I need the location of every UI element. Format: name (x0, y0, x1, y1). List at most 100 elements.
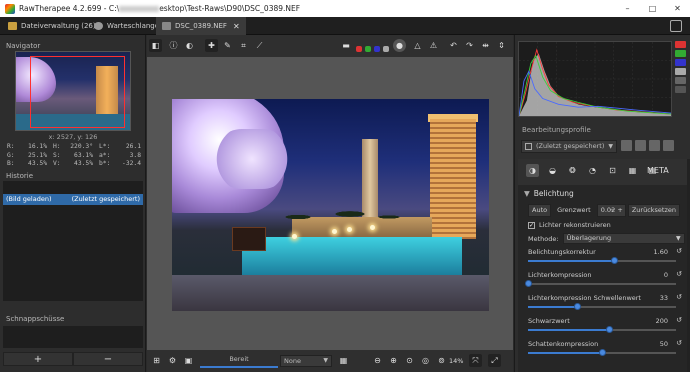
straighten-icon[interactable]: ⟋ (253, 39, 266, 52)
save-profile-icon[interactable] (635, 140, 646, 151)
external-editor-select[interactable]: None ▼ (280, 355, 332, 367)
add-snapshot-button[interactable]: + (3, 352, 73, 366)
preview-mode-icon[interactable]: ▬ (338, 39, 354, 52)
edit-external-icon[interactable]: ▦ (337, 354, 350, 367)
profile-select[interactable]: (Zuletzt gespeichert) ▼ (521, 140, 617, 153)
auto-exposure-button[interactable]: Auto (528, 204, 552, 217)
tab-bar: Dateiverwaltung (26) Warteschlange DSC_0… (0, 17, 690, 35)
histogram-toggles (675, 41, 688, 117)
tool-panel: ◑ ◒ ❂ ◔ ⊡ ▦ ▤ META ▼ Belichtung Auto Gren… (518, 159, 688, 372)
crop-icon[interactable]: ⌗ (237, 39, 250, 52)
exposure-section-header[interactable]: ▼ Belichtung (524, 189, 574, 198)
method-label: Methode: (528, 234, 559, 243)
flip-vertical-icon[interactable]: ⇕ (495, 39, 508, 52)
highlight-compression-slider[interactable]: Lichterkompression 0 ↺ (525, 270, 686, 293)
rotate-left-icon[interactable]: ↶ (447, 39, 460, 52)
pixel-values: R: 16.1% H: 220.3° L*: 26.1 G: 25.1% S: 63.1%… (7, 143, 141, 167)
zoom-level: 14% (449, 357, 464, 365)
maximize-button[interactable]: □ (640, 0, 665, 17)
green-channel-icon[interactable] (365, 46, 371, 52)
new-detail-window-icon[interactable]: ⤧ (469, 354, 482, 367)
image-preview[interactable] (172, 99, 489, 311)
progress-bar (200, 366, 278, 368)
hand-tool-icon[interactable]: ✚ (205, 39, 218, 52)
histogram-green-toggle[interactable] (675, 50, 686, 57)
highlight-threshold-slider[interactable]: Lichterkompression Schwellenwert 33 ↺ (528, 293, 686, 316)
folder-icon (8, 22, 17, 30)
transform-tab-icon[interactable]: ⊡ (606, 164, 619, 177)
navigator-viewport-frame[interactable] (30, 56, 125, 128)
histogram-bar-toggle[interactable] (675, 86, 686, 93)
exposure-compensation-slider[interactable]: Belichtungskorrektur 1.60 ↺ (528, 247, 686, 270)
redacted-username (119, 6, 160, 12)
progress-status: Bereit (200, 354, 278, 368)
clip-stepper[interactable]: 0.02− + (596, 204, 626, 217)
zoom-out-icon[interactable]: ⊖ (371, 354, 384, 367)
flip-horizontal-icon[interactable]: ⇹ (479, 39, 492, 52)
blue-channel-icon[interactable] (374, 46, 380, 52)
zoom-100-icon[interactable]: ⊙ (403, 354, 416, 367)
paste-profile-icon[interactable] (663, 140, 674, 151)
copy-profile-icon[interactable] (649, 140, 660, 151)
reset-icon[interactable]: ↺ (676, 316, 682, 324)
gear-icon (94, 22, 103, 30)
snapshots-list[interactable] (3, 326, 143, 348)
rotate-right-icon[interactable]: ↷ (463, 39, 476, 52)
open-file-browser-icon[interactable]: ⊞ (150, 354, 163, 367)
reset-icon[interactable]: ↺ (676, 293, 682, 301)
focus-mask-icon[interactable]: ● (393, 39, 406, 52)
editor-toolbar: ◧ ⓘ ◐ ✚ ✎ ⌗ ⟋ ▬ ● △ ⚠ ↶ ↷ ⇹ ⇕ (147, 35, 513, 57)
reset-icon[interactable]: ↺ (676, 270, 682, 278)
luminance-channel-icon[interactable] (383, 46, 389, 52)
exposure-tab-icon[interactable]: ◑ (526, 164, 539, 177)
clip-label: Grenzwert (557, 206, 591, 214)
shadow-compression-slider[interactable]: Schattenkompression 50 ↺ (528, 339, 686, 362)
clipped-shadows-warning-icon[interactable]: △ (411, 39, 424, 52)
histogram-red-toggle[interactable] (675, 41, 686, 48)
minimize-button[interactable]: – (615, 0, 640, 17)
reset-icon[interactable]: ↺ (676, 247, 682, 255)
fullscreen-icon[interactable] (670, 20, 682, 32)
collapse-triangle-icon: ▼ (524, 189, 530, 198)
tab-editor-image[interactable]: DSC_0389.NEF ✕ (156, 17, 246, 35)
zoom-fit-crop-icon[interactable]: ⊚ (435, 354, 448, 367)
info-icon[interactable]: ⓘ (167, 39, 180, 52)
reset-icon[interactable]: ↺ (676, 339, 682, 347)
close-tab-icon[interactable]: ✕ (233, 22, 240, 31)
red-channel-icon[interactable] (356, 46, 362, 52)
send-to-queue-icon[interactable]: ⚙ (166, 354, 179, 367)
histogram (518, 41, 672, 117)
open-profile-icon[interactable] (621, 140, 632, 151)
history-title: Historie (6, 172, 34, 180)
cursor-coordinates: x: 2527, y: 126 (48, 133, 98, 141)
close-window-button[interactable]: ✕ (665, 0, 690, 17)
tab-file-browser[interactable]: Dateiverwaltung (26) (2, 17, 102, 35)
remove-snapshot-button[interactable]: − (73, 352, 143, 366)
white-balance-picker-icon[interactable]: ✎ (221, 39, 234, 52)
before-after-icon[interactable]: ◐ (183, 39, 196, 52)
method-select[interactable]: Überlagerung ▼ (562, 233, 685, 244)
right-panel: Bearbeitungsprofile (Zuletzt gespeichert… (514, 35, 690, 372)
zoom-fit-icon[interactable]: ◎ (419, 354, 432, 367)
zoom-in-icon[interactable]: ⊕ (387, 354, 400, 367)
fullscreen-toggle-icon[interactable]: ⤢ (488, 354, 501, 367)
color-tab-icon[interactable]: ❂ (566, 164, 579, 177)
profile-icon (525, 143, 532, 150)
history-row-selected[interactable]: (Bild geladen) (Zuletzt gespeichert) (3, 194, 143, 205)
raw-tab-icon[interactable]: ▦ (626, 164, 639, 177)
hide-left-panel-icon[interactable]: ◧ (149, 39, 162, 52)
save-image-icon[interactable]: ▣ (182, 354, 195, 367)
advanced-tab-icon[interactable]: ◔ (586, 164, 599, 177)
editor-bottom-bar: ⊞ ⚙ ▣ Bereit None ▼ ▦ ⊖ ⊕ ⊙ ◎ ⊚ 14% ⤧ ⤢ (147, 350, 513, 372)
profiles-title: Bearbeitungsprofile (522, 126, 591, 134)
reset-exposure-button[interactable]: Zurücksetzen (627, 204, 680, 217)
histogram-blue-toggle[interactable] (675, 59, 686, 66)
navigator-thumbnail[interactable] (15, 51, 131, 131)
clipped-highlights-warning-icon[interactable]: ⚠ (427, 39, 440, 52)
reconstruct-highlights-checkbox[interactable]: ✓ Lichter rekonstruieren (528, 221, 611, 229)
histogram-luminance-toggle[interactable] (675, 68, 686, 75)
detail-tab-icon[interactable]: ◒ (546, 164, 559, 177)
black-level-slider[interactable]: Schwarzwert 200 ↺ (528, 316, 686, 339)
tab-queue[interactable]: Warteschlange (88, 17, 165, 35)
histogram-raw-toggle[interactable] (675, 77, 686, 84)
